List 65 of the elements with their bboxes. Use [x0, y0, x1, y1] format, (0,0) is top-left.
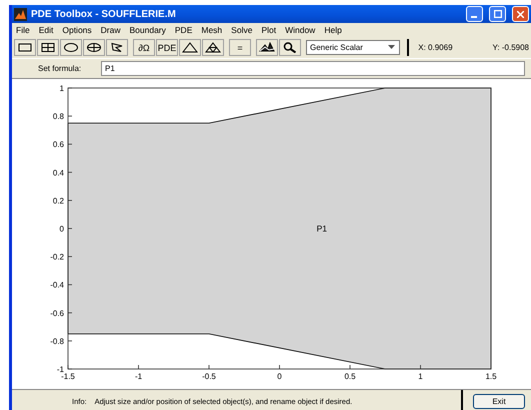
app-logo-icon [14, 8, 27, 20]
x-tick-label: 0.5 [344, 372, 356, 381]
window-title: PDE Toolbox - SOUFFLERIE.M [31, 8, 177, 20]
minimize-button[interactable] [466, 6, 483, 22]
y-coordinate: Y: -0.5908 [492, 43, 529, 52]
toolbar-button[interactable] [14, 39, 36, 56]
toolbar-button[interactable] [60, 39, 82, 56]
centered-ellipse-icon [86, 42, 102, 53]
menu-item[interactable]: Window [285, 25, 316, 35]
surface-plot-icon [259, 42, 275, 53]
x-tick-label: 1.5 [485, 372, 497, 381]
y-tick-label: -1 [56, 365, 64, 374]
centered-rectangle-icon [40, 42, 56, 53]
triangle-icon [182, 42, 198, 53]
x-tick-label: -0.5 [202, 372, 216, 381]
menu-item[interactable]: Draw [100, 25, 120, 35]
y-tick-label: 0.2 [52, 196, 64, 206]
maximize-icon [494, 10, 502, 18]
menu-item[interactable]: Edit [38, 25, 54, 35]
ellipse-icon [63, 42, 79, 53]
y-tick-label: 0 [60, 224, 64, 234]
menu-item[interactable]: File [16, 25, 30, 35]
formula-label: Set formula: [37, 64, 82, 73]
toolbar-button[interactable] [179, 39, 201, 56]
close-button[interactable] [512, 6, 529, 22]
toolbar-button[interactable] [83, 39, 105, 56]
caret-icon [388, 45, 396, 50]
exit-button[interactable]: Exit [473, 394, 525, 408]
toolbar-button[interactable] [37, 39, 59, 56]
rectangle-icon [17, 42, 33, 53]
menu-item[interactable]: Plot [261, 25, 276, 35]
x-tick-label: -1 [134, 372, 142, 381]
y-tick-label: -0.6 [50, 308, 64, 318]
menu-item[interactable]: Solve [231, 25, 252, 35]
x-coordinate: X: 0.9069 [418, 43, 453, 52]
toolbar-button[interactable]: ∂Ω [133, 39, 155, 56]
menu-item[interactable]: Mesh [201, 25, 222, 35]
toolbar-button[interactable] [256, 39, 278, 56]
region-label: P1 [316, 224, 327, 234]
toolbar-button[interactable] [279, 39, 301, 56]
x-tick-label: -1.5 [61, 372, 75, 381]
toolbar-button[interactable]: = [229, 39, 251, 56]
zoom-icon [282, 42, 298, 53]
y-tick-label: 0.4 [52, 168, 64, 178]
polygon-icon [109, 42, 125, 53]
mode-dropdown[interactable]: Generic Scalar [306, 40, 400, 55]
y-tick-label: -0.2 [50, 252, 64, 262]
menu-item[interactable]: PDE [174, 25, 192, 35]
toolbar-button[interactable] [202, 39, 224, 56]
y-tick-label: 0.8 [52, 112, 64, 122]
menu-item[interactable]: Boundary [130, 25, 166, 35]
maximize-button[interactable] [489, 6, 506, 22]
refined-triangle-icon [205, 42, 221, 53]
toolbar-button[interactable] [106, 39, 128, 56]
y-tick-label: 1 [60, 84, 64, 93]
close-icon [517, 10, 524, 18]
x-tick-label: 0 [277, 372, 282, 381]
toolbar-button[interactable]: PDE [156, 39, 178, 56]
formula-field[interactable]: P1 [101, 61, 525, 76]
menu-item[interactable]: Options [62, 25, 92, 35]
y-tick-label: -0.4 [50, 280, 64, 290]
x-tick-label: 1 [418, 372, 423, 381]
y-tick-label: 0.6 [52, 140, 64, 150]
menu-item[interactable]: Help [324, 25, 342, 35]
y-tick-label: -0.8 [50, 336, 64, 346]
